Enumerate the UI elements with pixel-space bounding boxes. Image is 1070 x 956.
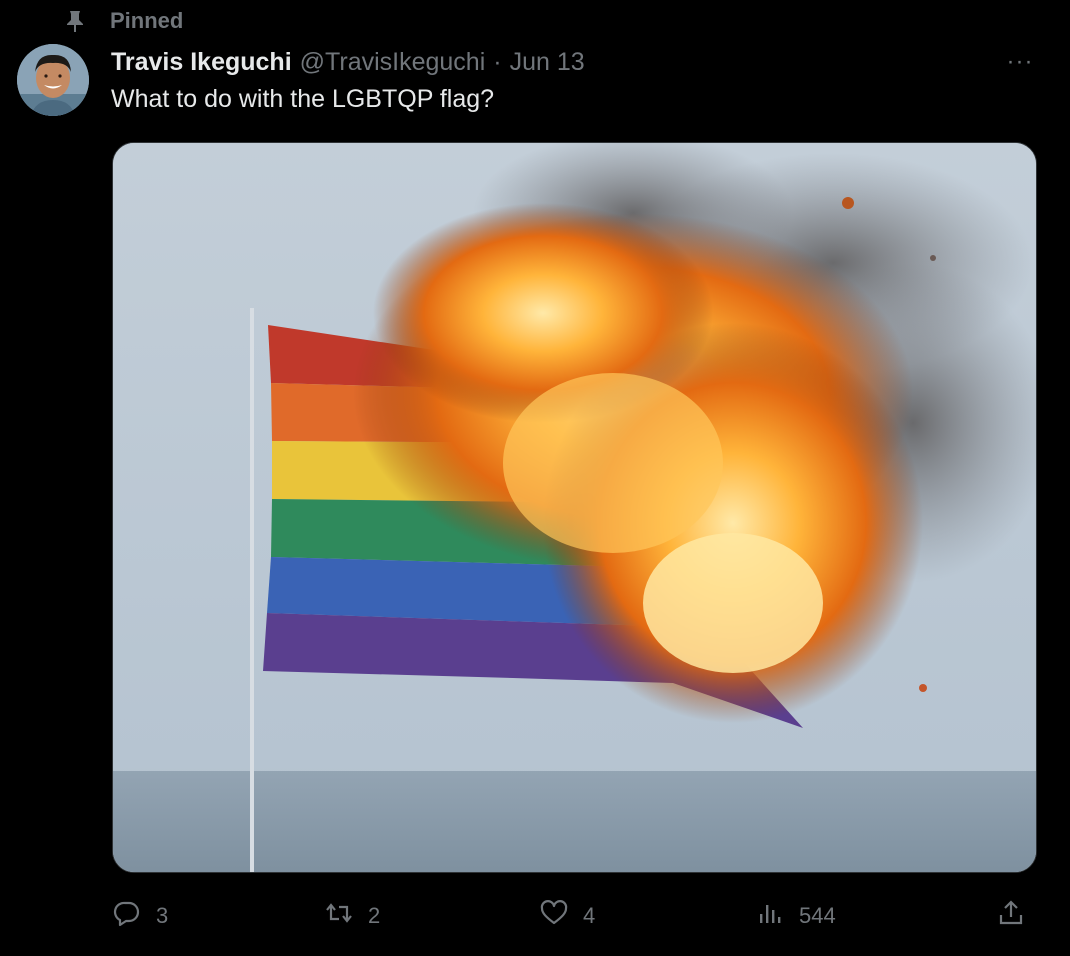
pinned-indicator: Pinned [62,6,183,36]
tweet-header: Travis Ikeguchi @TravisIkeguchi · Jun 13 [111,44,585,80]
reply-count: 3 [156,903,169,928]
more-horizontal-icon: ··· [1006,48,1034,75]
views-button[interactable]: 544 [755,896,836,936]
tweet-text: What to do with the LGBTQP flag? [111,85,495,113]
reply-icon [112,898,142,934]
user-handle[interactable]: @TravisIkeguchi [300,48,486,77]
more-options-button[interactable]: ··· [1000,46,1040,78]
share-button[interactable] [996,896,1026,936]
retweet-icon [324,898,354,934]
retweet-button[interactable]: 2 [324,896,380,936]
retweet-count: 2 [368,903,381,928]
tweet-date[interactable]: Jun 13 [510,48,585,77]
display-name[interactable]: Travis Ikeguchi [111,48,292,77]
pin-icon [62,8,88,34]
views-chart-icon [755,898,785,934]
reply-button[interactable]: 3 [112,896,168,936]
separator-dot: · [493,47,502,76]
tweet-media-image[interactable] [112,142,1037,873]
views-count: 544 [799,903,836,928]
tweet-action-bar: 3 2 4 544 [0,896,1070,936]
pinned-label: Pinned [110,8,184,33]
heart-icon [539,898,569,934]
share-icon [996,898,1026,934]
avatar[interactable] [17,44,89,116]
like-button[interactable]: 4 [539,896,595,936]
like-count: 4 [583,903,596,928]
